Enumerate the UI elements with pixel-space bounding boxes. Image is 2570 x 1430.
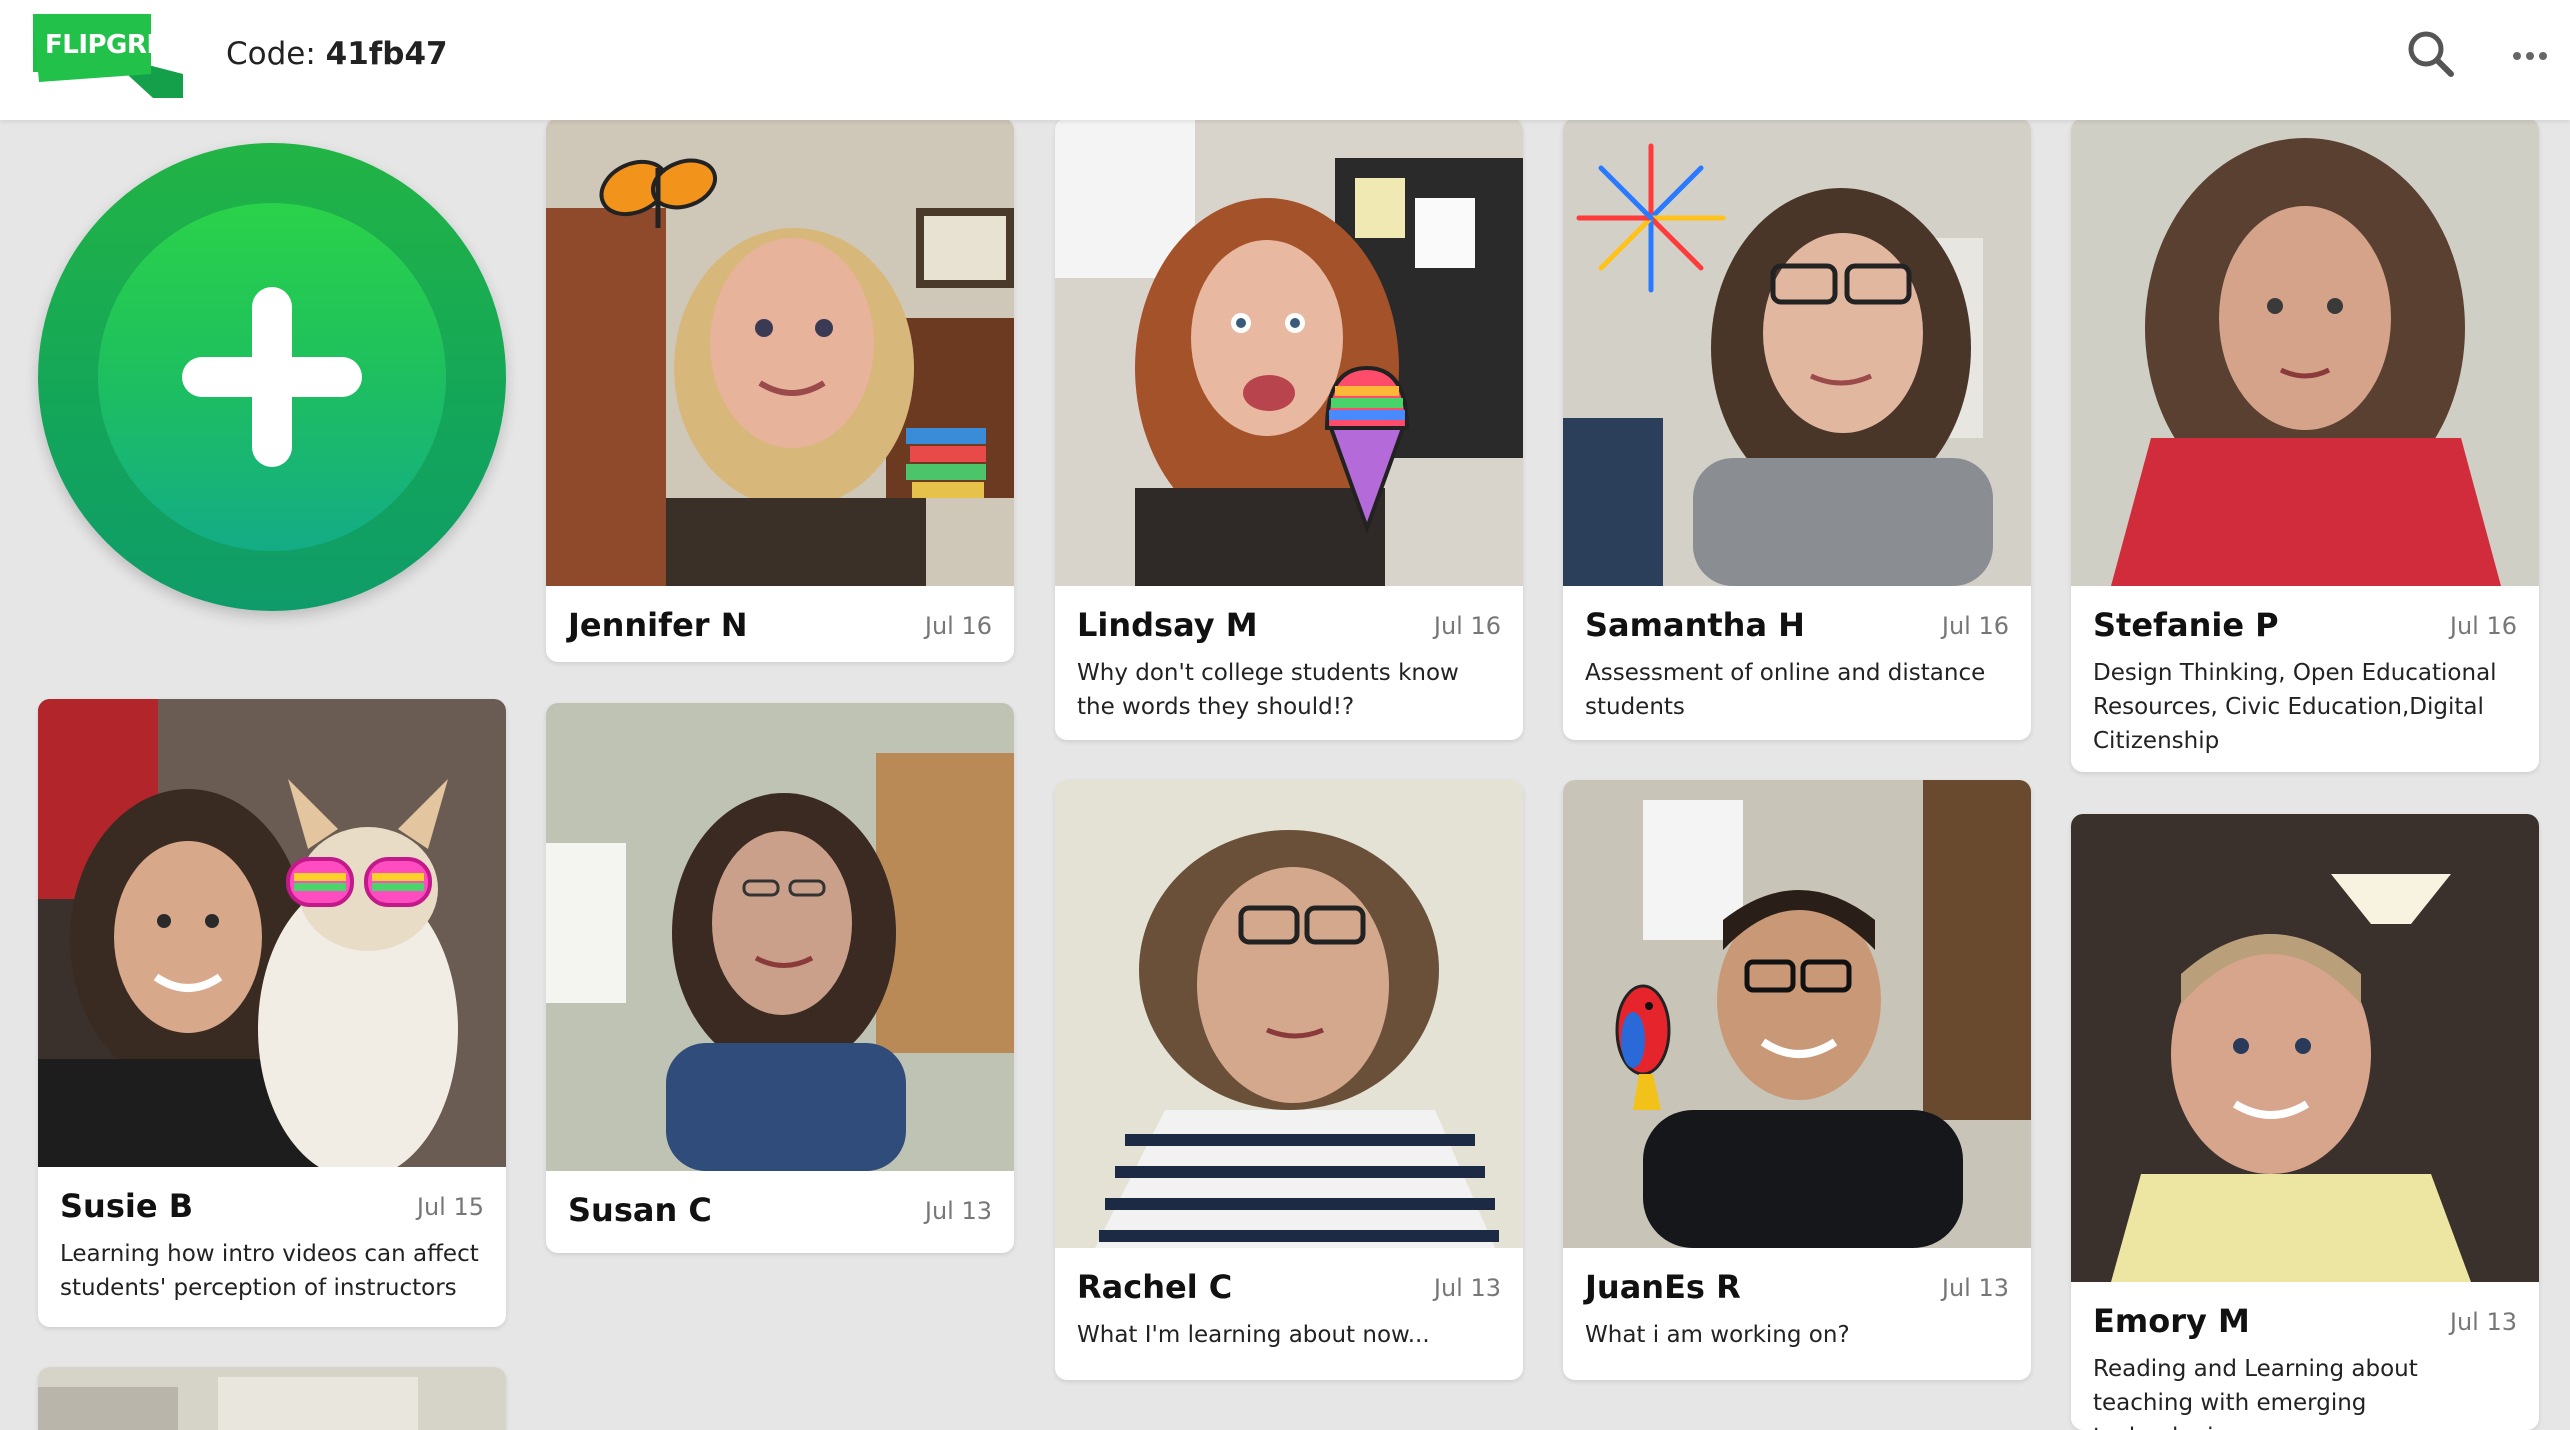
video-thumbnail[interactable]	[1055, 780, 1523, 1248]
fireworks-sticker	[1576, 143, 1726, 293]
card-info: Emory M Jul 13 Reading and Learning abou…	[2071, 1282, 2539, 1430]
student-name: Emory M	[2093, 1302, 2250, 1340]
video-thumbnail[interactable]	[38, 699, 506, 1167]
top-bar: FLIPGRID Code: 41fb47	[0, 0, 2570, 120]
video-thumbnail[interactable]	[2071, 814, 2539, 1282]
student-name: Jennifer N	[568, 606, 748, 644]
record-button-inner	[98, 203, 446, 551]
student-name: Susie B	[60, 1187, 194, 1225]
response-date: Jul 15	[416, 1193, 484, 1221]
video-thumbnail[interactable]	[1055, 118, 1523, 586]
video-thumbnail[interactable]	[2071, 118, 2539, 586]
flipgrid-logo[interactable]: FLIPGRID	[33, 14, 189, 100]
card-info: Stefanie P Jul 16 Design Thinking, Open …	[2071, 586, 2539, 772]
card-info: Jennifer N Jul 16	[546, 586, 1014, 662]
video-thumbnail[interactable]	[1563, 118, 2031, 586]
response-date: Jul 13	[1941, 1274, 2009, 1302]
response-date: Jul 16	[1941, 612, 2009, 640]
response-date: Jul 16	[2449, 612, 2517, 640]
response-description: Reading and Learning about teaching with…	[2093, 1356, 2418, 1430]
card-info: JuanEs R Jul 13 What i am working on?	[1563, 1248, 2031, 1380]
response-date: Jul 13	[2449, 1308, 2517, 1336]
response-card[interactable]: JuanEs R Jul 13 What i am working on?	[1563, 780, 2031, 1380]
response-date: Jul 16	[1433, 612, 1501, 640]
response-card[interactable]: Rachel C Jul 13 What I'm learning about …	[1055, 780, 1523, 1380]
response-description: What i am working on?	[1585, 1322, 1850, 1348]
grid-code: Code: 41fb47	[226, 36, 448, 72]
response-card[interactable]: Susie B Jul 15 Learning how intro videos…	[38, 699, 506, 1327]
card-info: Lindsay M Jul 16 Why don't college stude…	[1055, 586, 1523, 740]
card-info: Rachel C Jul 13 What I'm learning about …	[1055, 1248, 1523, 1380]
video-thumbnail[interactable]	[546, 703, 1014, 1171]
response-date: Jul 13	[1433, 1274, 1501, 1302]
response-description: Assessment of online and distance studen…	[1585, 660, 1986, 720]
response-card[interactable]: Jennifer N Jul 16	[546, 118, 1014, 662]
card-info: Susan C Jul 13	[546, 1171, 1014, 1253]
code-value: 41fb47	[325, 36, 448, 72]
response-card[interactable]: Samantha H Jul 16 Assessment of online a…	[1563, 118, 2031, 740]
response-description: Design Thinking, Open Educational Resour…	[2093, 660, 2497, 754]
code-label: Code:	[226, 36, 316, 72]
student-name: Rachel C	[1077, 1268, 1233, 1306]
response-card[interactable]: Stefanie P Jul 16 Design Thinking, Open …	[2071, 118, 2539, 772]
response-card[interactable]: Lindsay M Jul 16 Why don't college stude…	[1055, 118, 1523, 740]
response-description: Why don't college students know the word…	[1077, 660, 1459, 720]
video-thumbnail[interactable]	[546, 118, 1014, 586]
video-thumbnail[interactable]	[38, 1367, 506, 1430]
student-name: Susan C	[568, 1191, 712, 1229]
response-date: Jul 13	[924, 1197, 992, 1225]
response-card[interactable]: Susan C Jul 13	[546, 703, 1014, 1253]
student-name: JuanEs R	[1585, 1268, 1741, 1306]
more-icon[interactable]	[2510, 44, 2550, 68]
response-description: What I'm learning about now...	[1077, 1322, 1430, 1348]
logo-text: FLIPGRID	[45, 30, 177, 60]
search-icon[interactable]	[2405, 28, 2457, 80]
student-name: Lindsay M	[1077, 606, 1258, 644]
response-card[interactable]: Emory M Jul 13 Reading and Learning abou…	[2071, 814, 2539, 1430]
record-response-button[interactable]	[38, 143, 506, 611]
card-info: Samantha H Jul 16 Assessment of online a…	[1563, 586, 2031, 740]
card-info: Susie B Jul 15 Learning how intro videos…	[38, 1167, 506, 1327]
response-date: Jul 16	[924, 612, 992, 640]
video-thumbnail[interactable]	[1563, 780, 2031, 1248]
response-description: Learning how intro videos can affect stu…	[60, 1241, 479, 1301]
response-card[interactable]	[38, 1367, 506, 1430]
student-name: Stefanie P	[2093, 606, 2279, 644]
student-name: Samantha H	[1585, 606, 1805, 644]
